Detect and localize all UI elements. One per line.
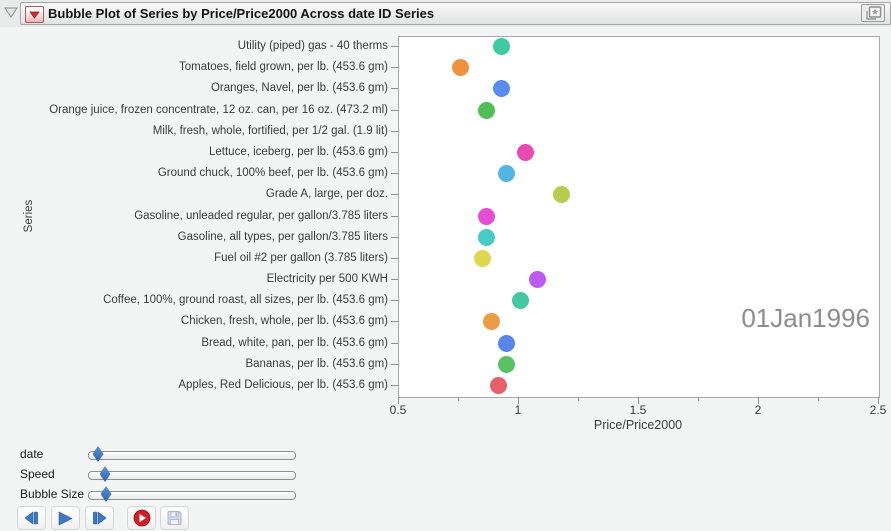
- category-label: Ground chuck, 100% beef, per lb. (453.6 …: [42, 166, 388, 181]
- disclosure-triangle-icon[interactable]: [4, 7, 18, 18]
- category-tick: [391, 152, 398, 153]
- save-floppy-icon: [166, 510, 183, 526]
- category-label: Coffee, 100%, ground roast, all sizes, p…: [42, 293, 388, 308]
- bubble-size-slider-track[interactable]: [88, 491, 296, 500]
- category-tick: [391, 321, 398, 322]
- x-tick-label: 1.5: [618, 403, 658, 417]
- step-forward-icon: [91, 511, 108, 525]
- go-button[interactable]: [127, 506, 156, 530]
- bubble[interactable]: [474, 250, 491, 267]
- category-tick: [391, 216, 398, 217]
- category-label: Lettuce, iceberg, per lb. (453.6 gm): [42, 145, 388, 160]
- category-tick: [391, 194, 398, 195]
- category-tick: [391, 279, 398, 280]
- category-label: Bananas, per lb. (453.6 gm): [42, 357, 388, 372]
- speed-slider-track[interactable]: [88, 471, 296, 480]
- category-label: Orange juice, frozen concentrate, 12 oz.…: [42, 103, 388, 118]
- category-tick: [391, 385, 398, 386]
- bubble[interactable]: [517, 144, 534, 161]
- plot-area: [398, 36, 880, 398]
- category-label: Apples, Red Delicious, per lb. (453.6 gm…: [42, 378, 388, 393]
- play-button[interactable]: [51, 506, 80, 530]
- save-button[interactable]: [160, 506, 189, 530]
- category-tick: [391, 173, 398, 174]
- record-go-icon: [133, 509, 151, 527]
- speed-slider-label: Speed: [20, 467, 55, 482]
- category-tick: [391, 258, 398, 259]
- bubble[interactable]: [529, 271, 546, 288]
- step-forward-button[interactable]: [85, 506, 114, 530]
- date-slider-label: date: [20, 447, 43, 462]
- x-minor-tick: [578, 397, 579, 401]
- category-tick: [391, 110, 398, 111]
- y-axis-title: Series: [23, 191, 37, 241]
- date-slider-track[interactable]: [88, 451, 296, 460]
- category-tick: [391, 237, 398, 238]
- category-tick: [391, 300, 398, 301]
- x-tick-label: 2.5: [858, 403, 891, 417]
- category-label: Utility (piped) gas - 40 therms: [42, 39, 388, 54]
- category-tick: [391, 131, 398, 132]
- category-tick: [391, 343, 398, 344]
- bubble-plot-window: Bubble Plot of Series by Price/Price2000…: [0, 0, 891, 531]
- bubble[interactable]: [478, 102, 495, 119]
- category-label: Gasoline, unleaded regular, per gallon/3…: [42, 209, 388, 224]
- x-axis-title: Price/Price2000: [398, 418, 878, 432]
- bubble-size-slider-label: Bubble Size: [20, 487, 84, 502]
- category-tick: [391, 88, 398, 89]
- bubble[interactable]: [498, 356, 515, 373]
- bubble[interactable]: [512, 292, 529, 309]
- layered-star-icon: [865, 6, 882, 21]
- bubble[interactable]: [498, 165, 515, 182]
- category-label: Gasoline, all types, per gallon/3.785 li…: [42, 230, 388, 245]
- x-tick-label: 2: [738, 403, 778, 417]
- resize-window-button[interactable]: [861, 4, 885, 22]
- category-tick: [391, 364, 398, 365]
- play-icon: [57, 511, 74, 526]
- category-label: Electricity per 500 KWH: [42, 272, 388, 287]
- date-annotation: 01Jan1996: [398, 303, 870, 334]
- title-bar: Bubble Plot of Series by Price/Price2000…: [20, 2, 891, 25]
- x-minor-tick: [698, 397, 699, 401]
- red-triangle-menu-button[interactable]: [25, 6, 44, 23]
- category-label: Fuel oil #2 per gallon (3.785 liters): [42, 251, 388, 266]
- step-back-icon: [23, 511, 40, 525]
- category-tick: [391, 67, 398, 68]
- category-label: Chicken, fresh, whole, per lb. (453.6 gm…: [42, 314, 388, 329]
- x-tick-label: 1: [498, 403, 538, 417]
- category-tick: [391, 46, 398, 47]
- category-label: Bread, white, pan, per lb. (453.6 gm): [42, 336, 388, 351]
- bubble[interactable]: [553, 186, 570, 203]
- bubble[interactable]: [478, 208, 495, 225]
- x-tick-label: 0.5: [378, 403, 418, 417]
- x-minor-tick: [458, 397, 459, 401]
- bubble[interactable]: [498, 335, 515, 352]
- outline-header: Bubble Plot of Series by Price/Price2000…: [0, 0, 891, 27]
- x-minor-tick: [818, 397, 819, 401]
- category-label: Milk, fresh, whole, fortified, per 1/2 g…: [42, 124, 388, 139]
- step-back-button[interactable]: [17, 506, 46, 530]
- category-label: Oranges, Navel, per lb. (453.6 gm): [42, 81, 388, 96]
- category-label: Tomatoes, field grown, per lb. (453.6 gm…: [42, 60, 388, 75]
- bubble[interactable]: [493, 38, 510, 55]
- category-label: Grade A, large, per doz.: [42, 187, 388, 202]
- red-triangle-icon: [29, 11, 40, 19]
- bubble[interactable]: [478, 229, 495, 246]
- page-title: Bubble Plot of Series by Price/Price2000…: [48, 6, 434, 21]
